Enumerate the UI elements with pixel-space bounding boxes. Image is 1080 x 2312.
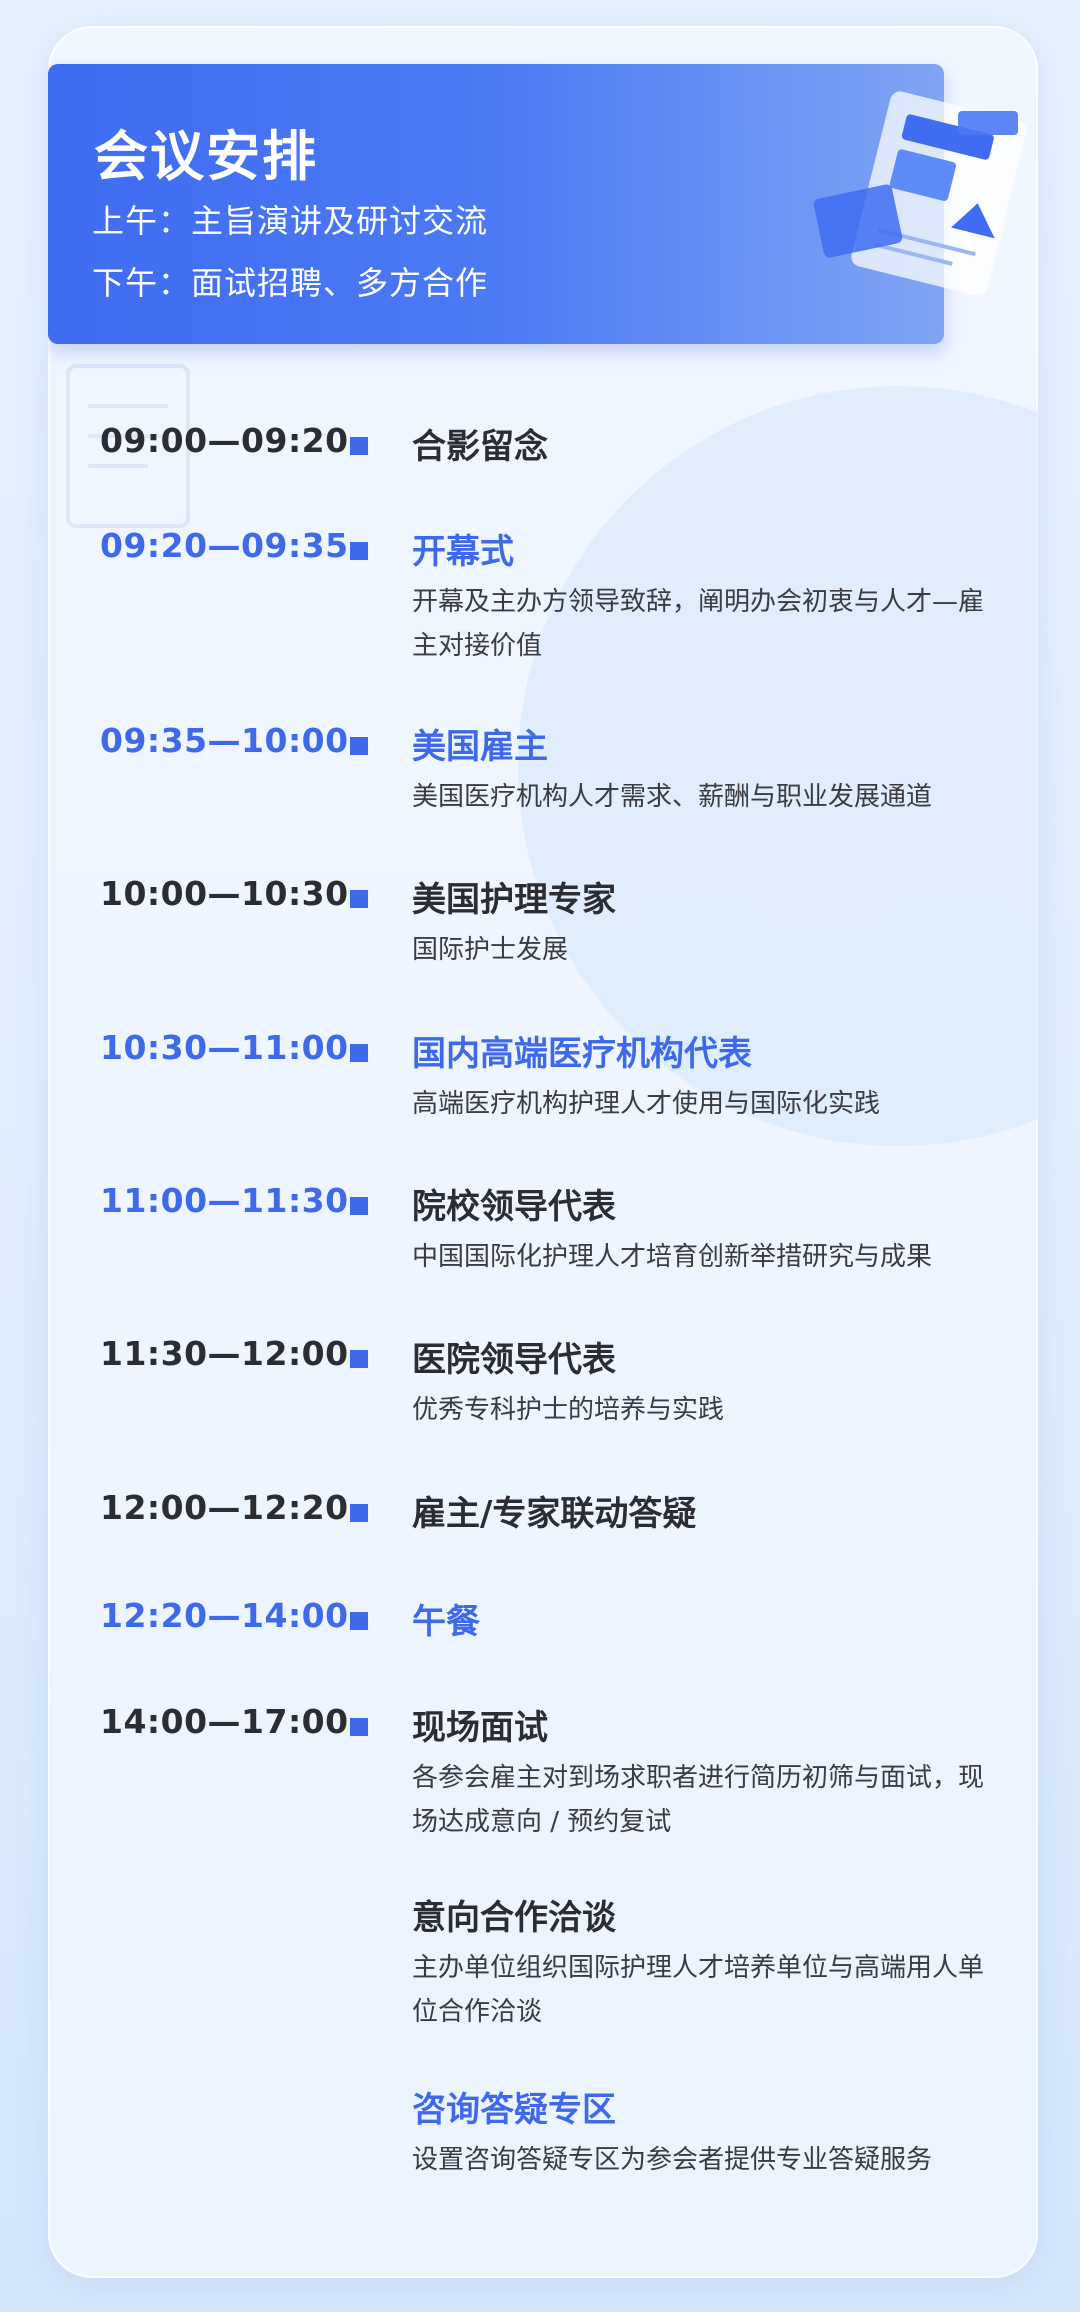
timeline-bullet-icon <box>350 1197 368 1215</box>
schedule-description: 高端医疗机构护理人才使用与国际化实践 <box>412 1089 881 1119</box>
agenda-card: 会议安排 上午：主旨演讲及研讨交流 下午：面试招聘、多方合作 09:00—09:… <box>48 26 1038 2278</box>
afternoon-summary: 下午：面试招聘、多方合作 <box>92 264 489 302</box>
schedule-description: 各参会雇主对到场求职者进行简历初筛与面试，现场达成意向 / 预约复试 <box>412 1763 985 1837</box>
schedule-time: 09:00—09:20 <box>100 421 349 460</box>
schedule-title: 雇主/专家联动答疑 <box>412 1494 697 1534</box>
schedule-description: 美国医疗机构人才需求、薪酬与职业发展通道 <box>412 782 933 812</box>
schedule-title: 合影留念 <box>412 427 548 467</box>
timeline-bullet-icon <box>350 437 368 455</box>
document-chart-illustration-icon <box>813 91 1027 296</box>
schedule-title: 开幕式 <box>412 532 514 572</box>
schedule-time: 14:00—17:00 <box>100 1702 349 1741</box>
schedule-time: 09:35—10:00 <box>100 721 349 760</box>
timeline-bullet-icon <box>350 737 368 755</box>
schedule-time: 12:20—14:00 <box>100 1596 349 1635</box>
schedule-title: 意向合作洽谈 <box>412 1898 616 1938</box>
schedule-title: 美国雇主 <box>412 727 548 767</box>
timeline-bullet-icon <box>350 1612 368 1630</box>
timeline-bullet-icon <box>350 1350 368 1368</box>
page-title: 会议安排 <box>94 125 318 188</box>
schedule-description: 主办单位组织国际护理人才培养单位与高端用人单位合作洽谈 <box>412 1953 985 2027</box>
schedule-time: 09:20—09:35 <box>100 526 349 565</box>
timeline-bullet-icon <box>350 542 368 560</box>
schedule-time: 12:00—12:20 <box>100 1488 349 1527</box>
schedule-description: 国际护士发展 <box>412 935 569 965</box>
schedule-description: 开幕及主办方领导致辞，阐明办会初衷与人才—雇主对接价值 <box>412 587 985 661</box>
schedule-description: 中国国际化护理人才培育创新举措研究与成果 <box>412 1242 933 1272</box>
timeline-bullet-icon <box>350 1504 368 1522</box>
timeline-bullet-icon <box>350 1044 368 1062</box>
schedule-description: 设置咨询答疑专区为参会者提供专业答疑服务 <box>412 2145 933 2175</box>
schedule-time: 10:00—10:30 <box>100 874 349 913</box>
schedule-title: 医院领导代表 <box>412 1340 616 1380</box>
schedule-description: 优秀专科护士的培养与实践 <box>412 1395 725 1425</box>
schedule-time: 11:00—11:30 <box>100 1181 349 1220</box>
schedule-title: 国内高端医疗机构代表 <box>412 1034 752 1074</box>
schedule-time: 10:30—11:00 <box>100 1028 349 1067</box>
schedule-title: 午餐 <box>412 1602 480 1642</box>
schedule-title: 院校领导代表 <box>412 1187 616 1227</box>
timeline-bullet-icon <box>350 890 368 908</box>
schedule-title: 现场面试 <box>412 1708 548 1748</box>
schedule-time: 11:30—12:00 <box>100 1334 349 1373</box>
morning-summary: 上午：主旨演讲及研讨交流 <box>92 202 489 240</box>
schedule-title: 美国护理专家 <box>412 880 616 920</box>
schedule-title: 咨询答疑专区 <box>412 2090 616 2130</box>
timeline-bullet-icon <box>350 1718 368 1736</box>
